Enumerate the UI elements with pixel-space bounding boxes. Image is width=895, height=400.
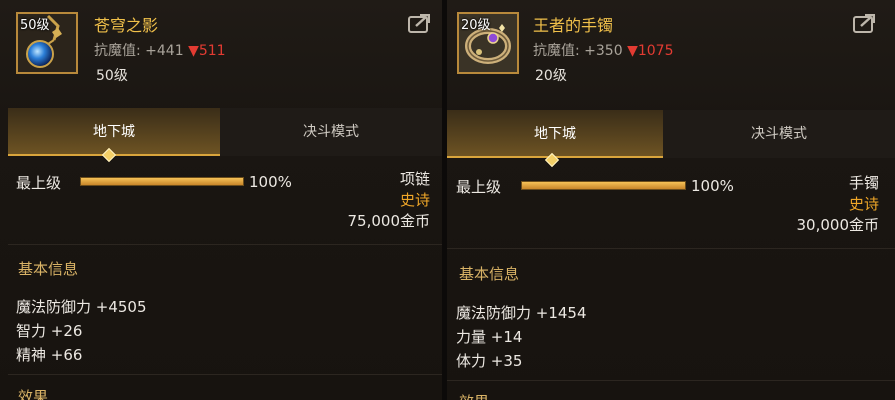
item-icon-bracelet[interactable]: 20级 — [457, 12, 519, 74]
section-divider — [8, 244, 442, 245]
stat-delta: ▼511 — [188, 43, 226, 59]
max-level-label: 最上级 — [456, 178, 502, 196]
stat-delta: ▼1075 — [627, 43, 674, 59]
effect-title: 效果 — [18, 388, 49, 400]
item-type: 手镯 — [848, 174, 879, 192]
stat-value: +441 — [145, 43, 184, 59]
tab-dungeon[interactable]: 地下城 — [447, 110, 663, 158]
mode-tabs: 地下城 决斗模式 — [8, 108, 442, 156]
section-divider — [447, 380, 895, 381]
level-progress-fill — [522, 182, 685, 189]
section-divider — [447, 248, 895, 249]
mode-tabs: 地下城 决斗模式 — [447, 110, 895, 158]
level-progress-bar — [80, 177, 244, 186]
item-level: 20级 — [535, 68, 567, 84]
item-meta: 项链 史诗 75,000金币 — [348, 169, 431, 232]
item-name: 苍穹之影 — [94, 16, 159, 35]
attribute-line: 体力 +35 — [456, 352, 523, 370]
icon-level-badge: 50级 — [20, 18, 50, 33]
basic-info-title: 基本信息 — [459, 265, 520, 283]
stat-value: +350 — [584, 43, 623, 59]
share-icon[interactable] — [853, 14, 875, 34]
tab-duel-mode[interactable]: 决斗模式 — [663, 110, 895, 158]
level-progress-bar — [521, 181, 686, 190]
attribute-line: 魔法防御力 +1454 — [456, 304, 587, 322]
tab-dungeon[interactable]: 地下城 — [8, 108, 220, 156]
attribute-line: 魔法防御力 +4505 — [16, 298, 147, 316]
item-name: 王者的手镯 — [533, 16, 614, 35]
magic-resist-stat: 抗魔值: +350 ▼1075 — [533, 40, 673, 60]
share-icon[interactable] — [408, 14, 430, 34]
item-card-right: 20级 王者的手镯 抗魔值: +350 ▼1075 20级 地下城 决斗模式 最… — [447, 0, 895, 400]
item-rarity: 史诗 — [848, 195, 879, 213]
attribute-line: 智力 +26 — [16, 322, 83, 340]
basic-info-title: 基本信息 — [18, 260, 79, 278]
attribute-line: 精神 +66 — [16, 346, 83, 364]
level-progress-fill — [81, 178, 243, 185]
stat-label: 抗魔值: — [94, 43, 141, 59]
attribute-line: 力量 +14 — [456, 328, 523, 346]
progress-percent: 100% — [249, 173, 292, 191]
item-meta: 手镯 史诗 30,000金币 — [797, 173, 880, 236]
icon-level-badge: 20级 — [461, 18, 491, 33]
item-level: 50级 — [96, 68, 128, 84]
stat-label: 抗魔值: — [533, 43, 580, 59]
item-rarity: 史诗 — [399, 191, 430, 209]
effect-title: 效果 — [459, 391, 489, 400]
item-icon-necklace[interactable]: 50级 — [16, 12, 78, 74]
magic-resist-stat: 抗魔值: +441 ▼511 — [94, 40, 226, 60]
max-level-label: 最上级 — [16, 174, 62, 192]
item-card-left: 50级 苍穹之影 抗魔值: +441 ▼511 50级 地下城 决斗模式 最上级… — [0, 0, 442, 400]
item-price: 30,000金币 — [796, 216, 880, 234]
progress-percent: 100% — [691, 177, 734, 195]
section-divider — [8, 374, 442, 375]
tab-duel-mode[interactable]: 决斗模式 — [220, 108, 442, 156]
item-price: 75,000金币 — [347, 212, 431, 230]
item-type: 项链 — [399, 170, 430, 188]
